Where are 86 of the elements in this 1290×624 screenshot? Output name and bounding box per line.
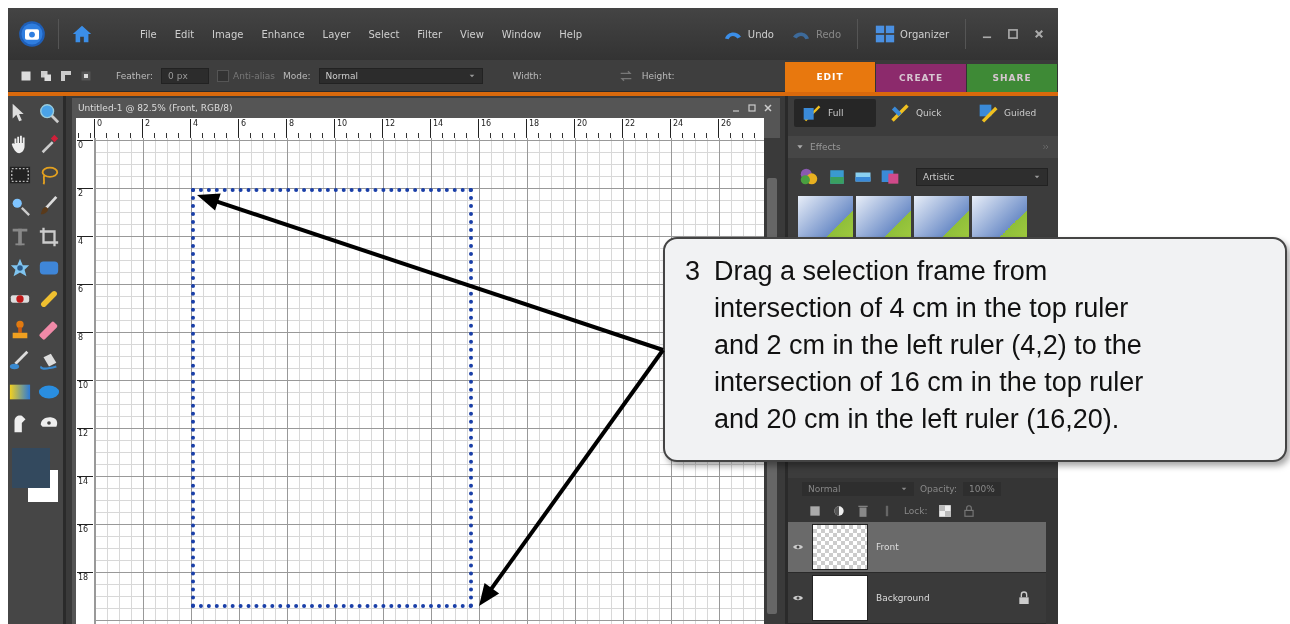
camera-logo-icon[interactable]	[18, 20, 46, 48]
trash-icon[interactable]	[856, 504, 870, 518]
ruler-number: 24	[670, 119, 684, 137]
dotted-rectangle-icon[interactable]	[9, 164, 31, 186]
ruler-number: 16	[478, 119, 492, 137]
home-icon[interactable]	[71, 23, 93, 45]
lock-label: Lock:	[904, 506, 928, 516]
opacity-field[interactable]: 100%	[963, 482, 1001, 496]
ruler-number: 22	[622, 119, 636, 137]
menu-item[interactable]: Edit	[169, 26, 200, 42]
category-dropdown[interactable]: Artistic	[916, 168, 1048, 186]
ruler-number: 6	[77, 284, 93, 294]
menu-item[interactable]: File	[135, 26, 162, 42]
menu-item[interactable]: View	[455, 26, 489, 42]
menu-item[interactable]: Window	[496, 26, 547, 42]
brush-icon[interactable]	[38, 195, 60, 217]
ruler-number: 18	[77, 572, 93, 582]
mode-button[interactable]: Guided	[970, 99, 1052, 127]
undo-button[interactable]: Undo	[717, 24, 778, 44]
ruler-number: 16	[77, 524, 93, 534]
ruler-number: 20	[574, 119, 588, 137]
crop-icon[interactable]	[38, 226, 60, 248]
caret-icon	[900, 485, 908, 493]
feather-label: Feather:	[116, 70, 154, 81]
stack-icon[interactable]	[880, 167, 900, 187]
mode-label: Mode:	[282, 70, 311, 81]
ruler-number: 10	[334, 119, 348, 137]
step-number: 3	[685, 255, 701, 288]
pencil-square-icon	[978, 103, 998, 123]
checkerboard-icon[interactable]	[937, 504, 952, 518]
lock-icon[interactable]	[961, 504, 976, 518]
ruler-number: 2	[142, 119, 151, 137]
color-swatches-drawing[interactable]	[12, 448, 58, 502]
layer-row[interactable]: Front	[788, 522, 1046, 573]
ruler-number: 12	[77, 428, 93, 438]
close-icon[interactable]	[762, 102, 774, 114]
ruler-number: 4	[77, 236, 93, 246]
instruction-text: Drag a selection frame from intersection of 4 cm in the top ruler and 2 cm in the left ruler (4,2) to the intersection of 16 cm in the top ruler and 20 cm in the left ruler (16,20).	[714, 255, 1145, 436]
caret-icon	[1033, 173, 1041, 181]
half-circle-icon[interactable]	[832, 504, 846, 518]
ruler-number: 8	[77, 332, 93, 342]
menu-item[interactable]: Image	[207, 26, 249, 42]
menu-item[interactable]: Layer	[317, 26, 356, 42]
new-selection-icon[interactable]	[20, 69, 32, 82]
maximize-icon[interactable]	[746, 102, 758, 114]
pencil-stripes-icon	[890, 103, 910, 123]
ruler-number: 0	[94, 119, 103, 137]
landscape-icon[interactable]	[828, 167, 846, 187]
height-label: Height:	[641, 70, 675, 81]
ruler-number: 12	[382, 119, 396, 137]
intersect-selection-icon[interactable]	[80, 69, 92, 82]
grid-icon	[874, 24, 897, 44]
mode-button[interactable]: Full	[794, 99, 876, 127]
menu-item[interactable]: Help	[554, 26, 588, 42]
ruler-number: 2	[77, 188, 93, 198]
opacity-label: Opacity:	[920, 484, 957, 494]
layer-row[interactable]: Background	[788, 573, 1046, 624]
mode-button[interactable]: Quick	[882, 99, 964, 127]
layer-name: Front	[876, 542, 900, 552]
double-arrow-icon	[1042, 143, 1050, 151]
menu-item[interactable]: Enhance	[256, 26, 310, 42]
add-selection-icon[interactable]	[40, 69, 52, 82]
ruler-number: 10	[77, 380, 93, 390]
ruler-number: 14	[430, 119, 444, 137]
layer-name: Background	[876, 593, 931, 603]
blend-mode-dropdown[interactable]: Normal	[802, 482, 914, 496]
menu-item[interactable]: Filter	[412, 26, 448, 42]
feather-field[interactable]: 0 px	[161, 67, 210, 84]
pencil-icon[interactable]	[9, 350, 31, 372]
width-label: Width:	[512, 70, 542, 81]
star-icon[interactable]	[9, 257, 31, 279]
menu-item[interactable]: Select	[363, 26, 405, 42]
mode-tab[interactable]: CREATE	[876, 64, 967, 92]
ruler-number: 18	[526, 119, 540, 137]
ruler-number: 6	[238, 119, 247, 137]
ruler-number: 4	[190, 119, 199, 137]
subtract-selection-icon[interactable]	[60, 69, 72, 82]
organizer-button[interactable]: Organizer	[870, 22, 953, 46]
ruler-number: 0	[77, 140, 93, 150]
new-layer-icon[interactable]	[808, 504, 822, 518]
ruler-number: 26	[718, 119, 732, 137]
ruler-number: 8	[286, 119, 295, 137]
document-title: Untitled-1 @ 82.5% (Front, RGB/8)	[78, 103, 234, 113]
ruler-number: 14	[77, 476, 93, 486]
magnifier-icon[interactable]	[38, 102, 60, 124]
mode-dropdown[interactable]: Normal	[318, 67, 483, 84]
